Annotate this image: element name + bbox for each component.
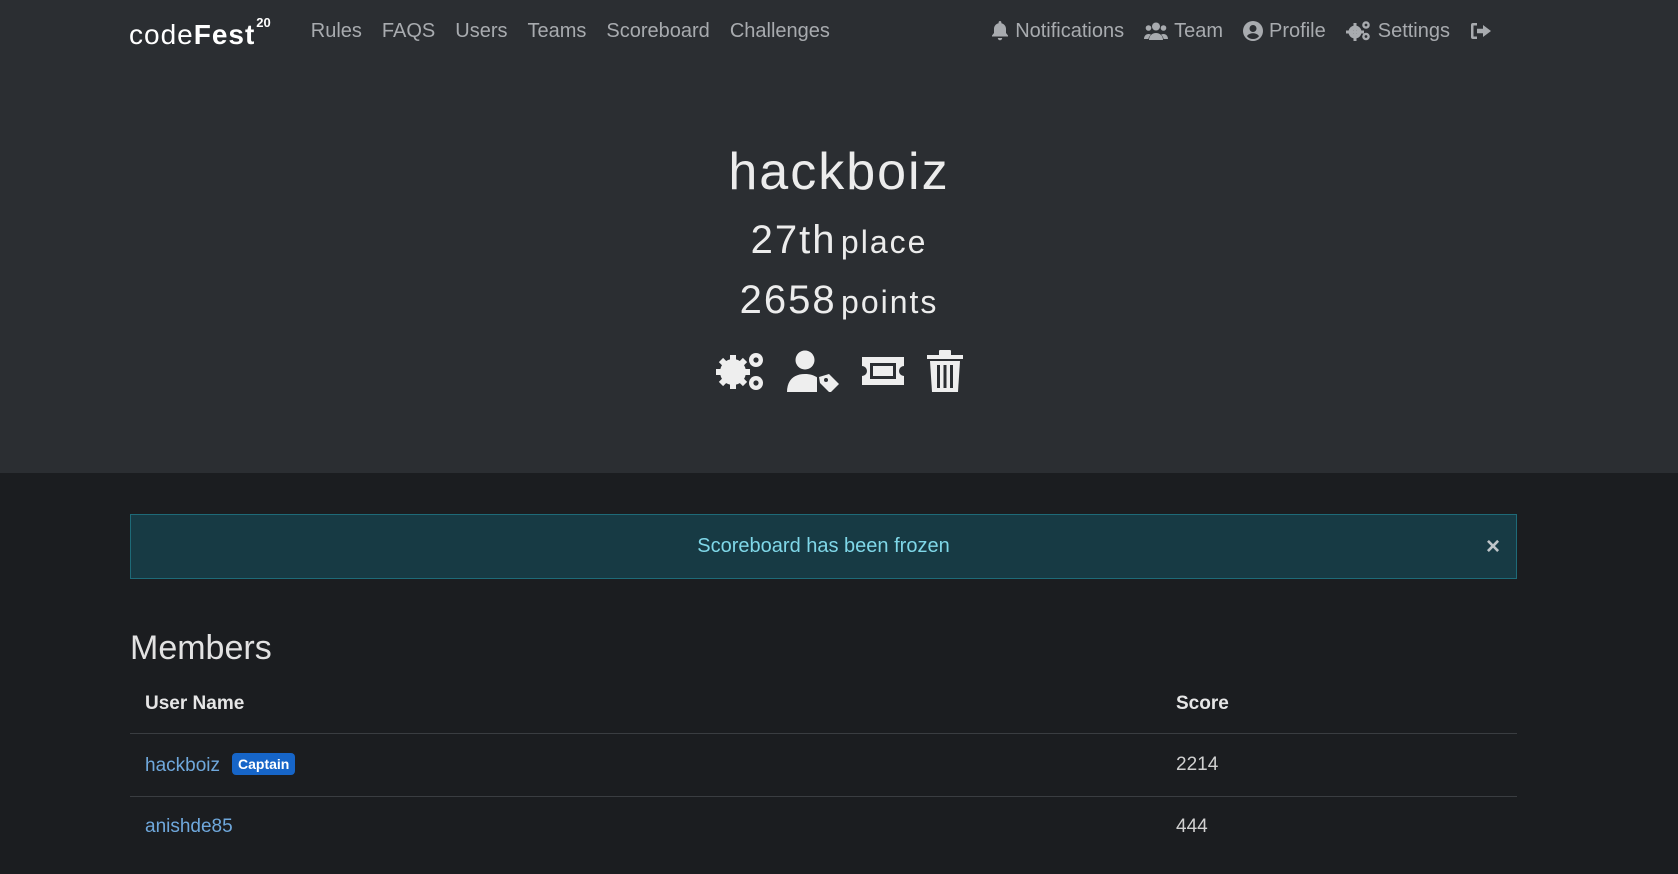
team-summary: hackboiz 27th place 2658 points bbox=[0, 62, 1678, 392]
table-row: anishde85 444 bbox=[130, 796, 1517, 857]
nav-teams[interactable]: Teams bbox=[518, 20, 597, 43]
trash-icon bbox=[927, 350, 963, 392]
alert-message: Scoreboard has been frozen bbox=[697, 535, 950, 557]
place-number: 27th bbox=[750, 218, 837, 262]
brand-sup: 20 bbox=[256, 15, 271, 30]
disband-team-button[interactable] bbox=[927, 350, 963, 392]
frozen-alert: Scoreboard has been frozen × bbox=[130, 514, 1517, 579]
nav-users[interactable]: Users bbox=[445, 20, 517, 43]
users-icon bbox=[1144, 22, 1169, 40]
team-place: 27th place bbox=[0, 220, 1678, 260]
nav-team-label: Team bbox=[1174, 19, 1224, 42]
edit-team-button[interactable] bbox=[715, 350, 767, 392]
nav-rules[interactable]: Rules bbox=[301, 20, 372, 43]
invite-button[interactable] bbox=[859, 353, 907, 389]
nav-profile[interactable]: Profile bbox=[1233, 20, 1336, 43]
member-link[interactable]: hackboiz bbox=[145, 755, 220, 776]
logout-icon bbox=[1471, 23, 1491, 39]
column-score: Score bbox=[1176, 693, 1229, 714]
nav-challenges[interactable]: Challenges bbox=[720, 20, 840, 43]
nav-left: Rules FAQS Users Teams Scoreboard Challe… bbox=[301, 20, 840, 43]
nav-profile-label: Profile bbox=[1269, 19, 1326, 42]
choose-captain-button[interactable] bbox=[787, 350, 839, 392]
member-name-cell: anishde85 bbox=[130, 796, 1161, 857]
nav-scoreboard[interactable]: Scoreboard bbox=[596, 20, 719, 43]
navbar: code Fest 20 Rules FAQS Users Teams Scor… bbox=[0, 0, 1678, 62]
points-number: 2658 bbox=[739, 278, 837, 322]
member-link[interactable]: anishde85 bbox=[145, 816, 233, 837]
nav-notifications[interactable]: Notifications bbox=[981, 20, 1134, 43]
user-tag-icon bbox=[787, 350, 839, 392]
nav-logout[interactable] bbox=[1460, 22, 1502, 40]
gears-icon bbox=[1345, 21, 1370, 41]
nav-right: Notifications Team Profile Settings bbox=[981, 20, 1502, 43]
nav-team[interactable]: Team bbox=[1134, 20, 1233, 43]
bell-icon bbox=[992, 21, 1009, 41]
nav-settings-label: Settings bbox=[1377, 19, 1450, 42]
nav-settings[interactable]: Settings bbox=[1336, 20, 1460, 43]
team-name: hackboiz bbox=[728, 143, 950, 201]
brand-logo[interactable]: code Fest 20 bbox=[129, 13, 271, 49]
captain-badge: Captain bbox=[232, 753, 296, 775]
brand-code: code bbox=[129, 19, 194, 50]
member-score: 444 bbox=[1161, 796, 1517, 857]
main-content: Scoreboard has been frozen × Members Use… bbox=[0, 473, 1678, 857]
user-circle-icon bbox=[1243, 21, 1264, 41]
team-points: 2658 points bbox=[0, 280, 1678, 320]
team-actions bbox=[0, 350, 1678, 392]
member-score: 2214 bbox=[1161, 733, 1517, 797]
place-unit: place bbox=[840, 224, 928, 260]
column-username: User Name bbox=[145, 693, 245, 714]
points-unit: points bbox=[841, 284, 939, 320]
members-table: User Name Score hackboiz Captain 2214 ani… bbox=[130, 693, 1517, 857]
table-header-row: User Name Score bbox=[130, 693, 1517, 734]
close-icon[interactable]: × bbox=[1486, 534, 1500, 559]
ticket-icon bbox=[862, 357, 904, 385]
brand-fest: Fest bbox=[193, 19, 256, 50]
team-header: code Fest 20 Rules FAQS Users Teams Scor… bbox=[0, 0, 1678, 473]
nav-faqs[interactable]: FAQS bbox=[372, 20, 445, 43]
nav-notifications-label: Notifications bbox=[1015, 19, 1125, 42]
table-row: hackboiz Captain 2214 bbox=[130, 733, 1517, 797]
members-title: Members bbox=[130, 629, 272, 667]
member-name-cell: hackboiz Captain bbox=[130, 733, 1161, 797]
gears-icon bbox=[716, 353, 763, 390]
